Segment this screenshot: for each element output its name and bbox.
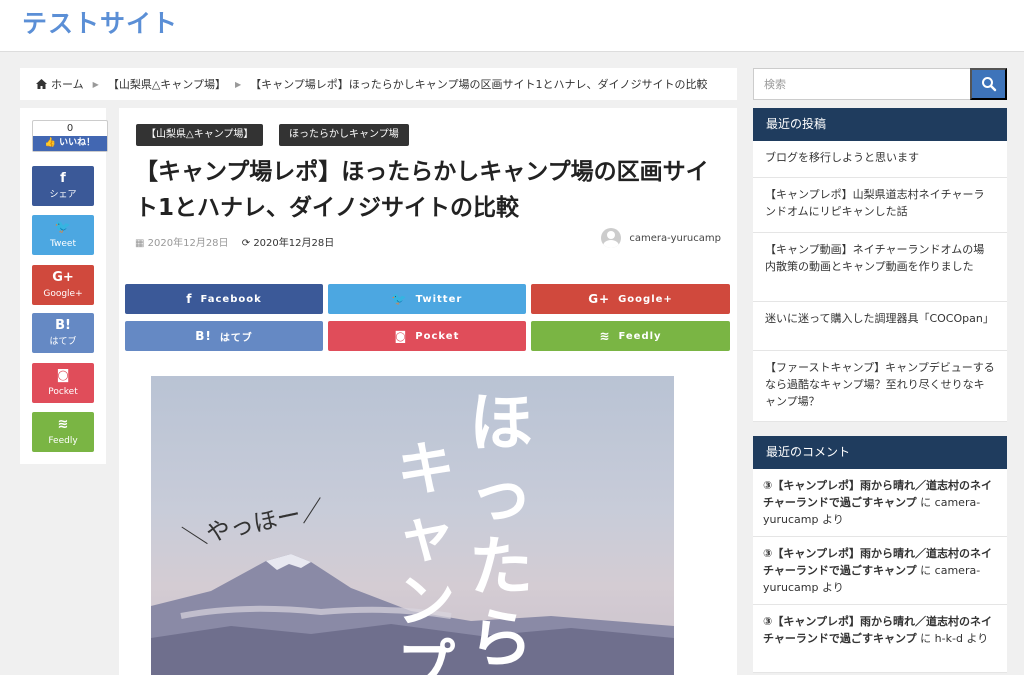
facebook-share-button[interactable]: f Facebook: [125, 284, 323, 314]
recent-post-link[interactable]: 【ファーストキャンプ】キャンプデビューするなら過酷なキャンプ場？至れり尽くせりな…: [753, 351, 1007, 422]
site-header: テストサイト: [0, 0, 1024, 52]
comment-joiner: に: [916, 564, 935, 577]
twitter-icon: 🐦: [391, 292, 408, 306]
feedly-icon: ≋: [599, 329, 611, 343]
pocket-icon: ◙: [56, 368, 70, 383]
category-tag[interactable]: 【山梨県△キャンプ場】: [136, 124, 264, 146]
share-label: Facebook: [200, 293, 262, 305]
search-input[interactable]: [753, 68, 971, 100]
rail-pocket-share-button[interactable]: ◙ Pocket: [32, 363, 94, 403]
post-meta: ▦ 2020年12月28日 ⟳ 2020年12月28日: [135, 234, 334, 249]
hero-vertical-text-2: キャンプ: [397, 435, 456, 675]
share-label: Feedly: [618, 330, 662, 342]
published-date: 2020年12月28日: [147, 238, 229, 249]
author-name: camera-yurucamp: [629, 232, 721, 244]
avatar: [601, 228, 622, 248]
share-label: はてブ: [219, 332, 253, 344]
recent-comment: ③【キャンプレポ】雨から晴れ／道志村のネイチャーランドで過ごすキャンプ に ca…: [753, 537, 1007, 605]
breadcrumb-current: 【キャンプ場レポ】ほったらかしキャンプ場の区画サイト1とハナレ、ダイノジサイトの…: [250, 78, 708, 91]
rail-feedly-share-button[interactable]: ≋ Feedly: [32, 412, 94, 452]
recent-comment: ③【キャンプレポ】雨から晴れ／道志村のネイチャーランドで過ごすキャンプ に ca…: [753, 469, 1007, 537]
facebook-like-box[interactable]: 0 👍 いいね！: [32, 120, 108, 152]
comment-joiner: に: [916, 632, 935, 645]
hatena-icon: B!: [195, 329, 212, 343]
rail-button-label: Pocket: [48, 387, 78, 397]
recent-post-link[interactable]: 【キャンプ動画】ネイチャーランドオムの場内散策の動画とキャンプ動画を作りました: [753, 233, 1007, 302]
recent-comments-list: ③【キャンプレポ】雨から晴れ／道志村のネイチャーランドで過ごすキャンプ に ca…: [753, 469, 1007, 673]
home-icon: [36, 79, 47, 89]
chevron-right-icon: ▶: [92, 79, 99, 89]
category-tag[interactable]: ほったらかしキャンプ場: [279, 124, 409, 146]
recent-post-link[interactable]: 迷いに迷って購入した調理器具「COCOpan」: [753, 302, 1007, 351]
chevron-right-icon: ▶: [234, 79, 242, 89]
like-label: いいね！: [59, 138, 96, 148]
breadcrumb-home[interactable]: ホーム: [51, 76, 84, 92]
share-label: Twitter: [415, 293, 463, 305]
article: 【山梨県△キャンプ場】 ほったらかしキャンプ場 【キャンプ場レポ】ほったらかしキ…: [119, 108, 737, 675]
search-button[interactable]: [970, 68, 1007, 100]
comment-suffix: より: [818, 513, 844, 526]
rail-button-label: シェア: [49, 190, 77, 200]
pocket-icon: ◙: [394, 329, 408, 343]
rail-button-label: Tweet: [50, 239, 76, 249]
rail-button-label: Feedly: [48, 436, 78, 446]
share-rail: 0 👍 いいね！ f シェア 🐦 Tweet G+ Google+ B! はてブ…: [20, 108, 108, 464]
like-button[interactable]: 👍 いいね！: [33, 136, 107, 151]
hatena-share-button[interactable]: B! はてブ: [125, 321, 323, 351]
googleplus-share-button[interactable]: G+ Google+: [531, 284, 730, 314]
twitter-icon: 🐦: [54, 220, 72, 235]
feedly-share-button[interactable]: ≋ Feedly: [531, 321, 730, 351]
comment-joiner: に: [916, 496, 935, 509]
feedly-icon: ≋: [57, 417, 69, 432]
google-plus-icon: G+: [588, 292, 611, 306]
search-icon: [981, 77, 996, 92]
rail-twitter-share-button[interactable]: 🐦 Tweet: [32, 215, 94, 255]
share-label: Google+: [618, 293, 673, 305]
hero-vertical-text-1: ほったら: [469, 387, 533, 675]
twitter-share-button[interactable]: 🐦 Twitter: [328, 284, 526, 314]
facebook-icon: f: [186, 292, 193, 306]
hero-image: ＼やっほー／ ほったら キャンプ: [151, 376, 674, 675]
comment-suffix: より: [962, 632, 989, 645]
rail-hatena-share-button[interactable]: B! はてブ: [32, 313, 94, 353]
pocket-share-button[interactable]: ◙ Pocket: [328, 321, 526, 351]
recent-comment: ③【キャンプレポ】雨から晴れ／道志村のネイチャーランドで過ごすキャンプ に h-…: [753, 605, 1007, 673]
author-block[interactable]: camera-yurucamp: [601, 228, 721, 248]
updated-date: 2020年12月28日: [253, 238, 335, 249]
breadcrumb-category[interactable]: 【山梨県△キャンプ場】: [108, 76, 226, 92]
refresh-icon: ⟳: [241, 238, 251, 249]
comment-suffix: より: [818, 581, 844, 594]
breadcrumb: ホーム ▶ 【山梨県△キャンプ場】 ▶ 【キャンプ場レポ】ほったらかしキャンプ場…: [20, 68, 737, 100]
recent-posts-heading: 最近の投稿: [753, 108, 1007, 141]
recent-post-link[interactable]: ブログを移行しようと思います: [753, 141, 1007, 178]
post-title: 【キャンプ場レポ】ほったらかしキャンプ場の区画サイト1とハナレ、ダイノジサイトの…: [135, 159, 709, 221]
recent-post-link[interactable]: 【キャンプレポ】山梨県道志村ネイチャーランドオムにリピキャンした話: [753, 178, 1007, 233]
hatena-icon: B!: [55, 318, 71, 333]
rail-facebook-share-button[interactable]: f シェア: [32, 166, 94, 206]
site-title[interactable]: テストサイト: [22, 4, 178, 40]
calendar-icon: ▦: [135, 238, 145, 249]
google-plus-icon: G+: [52, 270, 74, 285]
rail-googleplus-share-button[interactable]: G+ Google+: [32, 265, 94, 305]
rail-button-label: はてブ: [49, 337, 77, 347]
comment-author: h-k-d: [934, 632, 963, 645]
recent-posts-list: ブログを移行しようと思います 【キャンプレポ】山梨県道志村ネイチャーランドオムに…: [753, 141, 1007, 422]
rail-button-label: Google+: [43, 289, 83, 299]
facebook-icon: f: [60, 171, 66, 186]
share-label: Pocket: [415, 330, 460, 342]
recent-comments-heading: 最近のコメント: [753, 436, 1007, 469]
like-count: 0: [66, 123, 74, 134]
